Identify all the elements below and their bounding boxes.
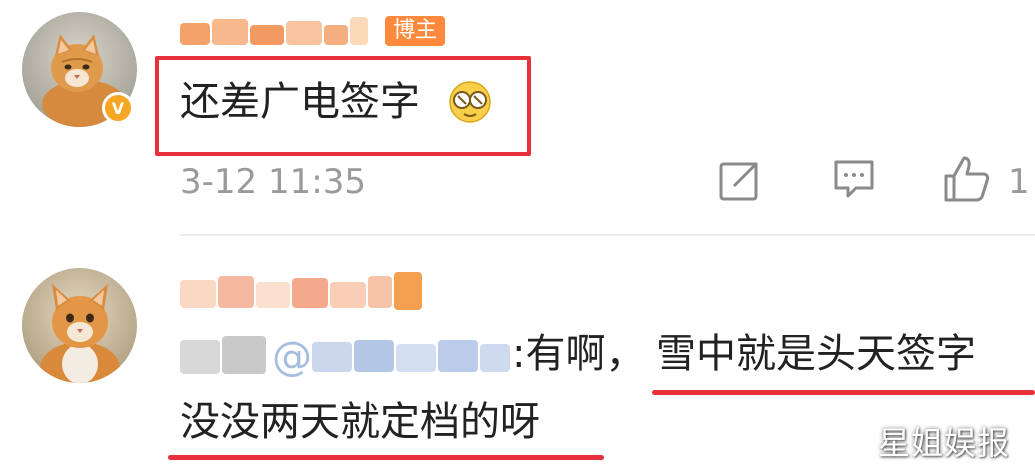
- comment-icon[interactable]: [832, 158, 876, 202]
- comment-timestamp: 3-12 11:35: [180, 162, 366, 202]
- verified-badge-icon: V: [102, 92, 134, 124]
- blogger-badge: 博主: [385, 16, 446, 46]
- like-icon[interactable]: [942, 154, 992, 204]
- red-underline: [168, 455, 604, 460]
- like-count: 1: [1008, 162, 1030, 202]
- username-blurred[interactable]: [180, 272, 440, 312]
- watermark: 星姐娱报: [878, 424, 1011, 462]
- reply-prefix-blurred: 回复: [180, 336, 270, 376]
- red-underline: [652, 390, 1035, 395]
- avatar[interactable]: [22, 268, 137, 383]
- divider: [180, 234, 1035, 236]
- mention-link[interactable]: @: [272, 334, 512, 380]
- share-icon[interactable]: [718, 160, 760, 202]
- mention-at: @: [272, 334, 312, 380]
- highlighted-text-line2: 没没两天就定档的呀: [180, 399, 540, 445]
- username-blurred[interactable]: [180, 15, 380, 47]
- highlight-box: [155, 56, 531, 156]
- reply-colon-text: :有啊，: [512, 331, 646, 377]
- highlighted-text-line1: 雪中就是头天签字: [656, 331, 976, 377]
- reply-text: :有啊，: [512, 330, 645, 378]
